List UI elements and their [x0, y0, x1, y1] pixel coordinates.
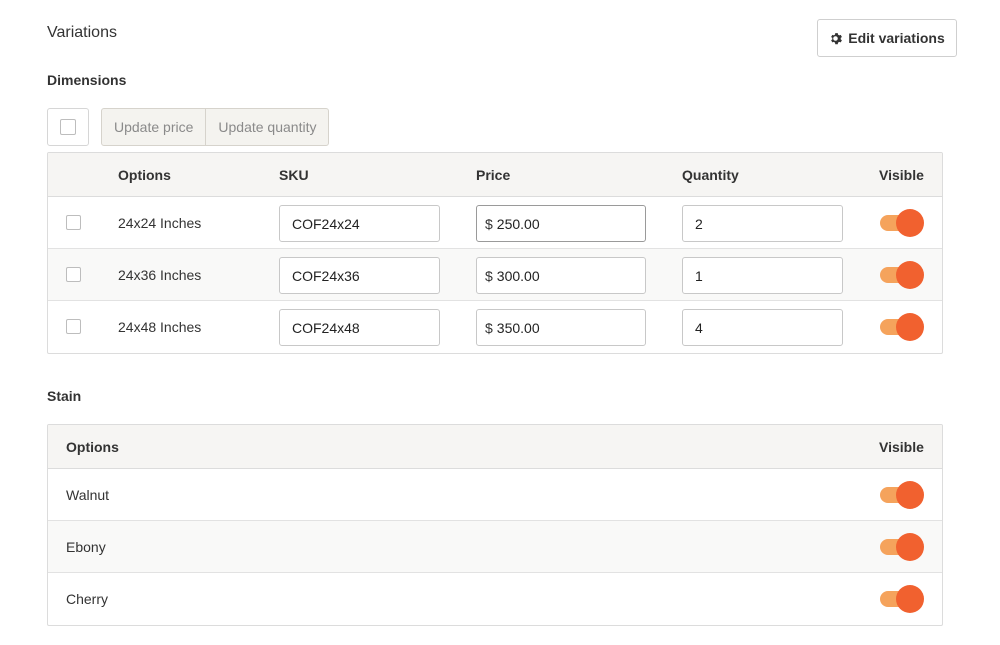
sku-input[interactable]: COF24x24: [279, 205, 440, 242]
col-quantity: Quantity: [682, 167, 739, 183]
col-visible: Visible: [879, 167, 924, 183]
row-checkbox[interactable]: [66, 215, 81, 230]
table-row: 24x48 Inches COF24x48 $350.00 4: [48, 301, 942, 353]
visible-toggle[interactable]: [880, 313, 924, 341]
row-checkbox[interactable]: [66, 267, 81, 282]
col-options: Options: [66, 439, 119, 455]
option-label: Walnut: [66, 487, 110, 503]
quantity-input[interactable]: 1: [682, 257, 843, 294]
edit-variations-label: Edit variations: [848, 30, 945, 46]
table-row: 24x24 Inches COF24x24 $250.00 2: [48, 197, 942, 249]
stain-label: Stain: [47, 388, 82, 404]
price-input[interactable]: $350.00: [476, 309, 646, 346]
col-options: Options: [118, 167, 171, 183]
sku-input[interactable]: COF24x36: [279, 257, 440, 294]
option-label: Ebony: [66, 539, 106, 555]
table-row: Cherry: [48, 573, 942, 625]
currency-symbol: $: [485, 215, 493, 232]
visible-toggle[interactable]: [880, 585, 924, 613]
stain-table: Options Visible Walnut Ebony Cherry: [47, 424, 943, 626]
select-all-checkbox[interactable]: [60, 119, 76, 135]
dimensions-table: Options SKU Price Quantity Visible 24x24…: [47, 152, 943, 354]
col-price: Price: [476, 167, 511, 183]
visible-toggle[interactable]: [880, 209, 924, 237]
dimensions-table-header: Options SKU Price Quantity Visible: [48, 153, 942, 197]
currency-symbol: $: [485, 319, 493, 336]
dimensions-label: Dimensions: [47, 72, 127, 88]
table-row: Walnut: [48, 469, 942, 521]
visible-toggle[interactable]: [880, 533, 924, 561]
row-checkbox[interactable]: [66, 319, 81, 334]
edit-variations-button[interactable]: Edit variations: [817, 19, 957, 57]
table-row: 24x36 Inches COF24x36 $300.00 1: [48, 249, 942, 301]
option-label: 24x24 Inches: [118, 215, 202, 231]
visible-toggle[interactable]: [880, 481, 924, 509]
variations-heading: Variations: [47, 24, 117, 41]
option-label: 24x36 Inches: [118, 267, 202, 283]
gear-icon: [831, 32, 843, 44]
option-label: Cherry: [66, 591, 109, 607]
table-row: Ebony: [48, 521, 942, 573]
price-input[interactable]: $300.00: [476, 257, 646, 294]
quantity-input[interactable]: 2: [682, 205, 843, 242]
quantity-input[interactable]: 4: [682, 309, 843, 346]
col-visible: Visible: [879, 439, 924, 455]
price-input[interactable]: $250.00: [476, 205, 646, 242]
bulk-actions: Update price Update quantity: [101, 108, 330, 146]
update-price-button[interactable]: Update price: [102, 109, 205, 145]
sku-input[interactable]: COF24x48: [279, 309, 440, 346]
col-sku: SKU: [279, 167, 309, 183]
option-label: 24x48 Inches: [118, 319, 202, 335]
select-all-box[interactable]: [47, 108, 89, 146]
stain-table-header: Options Visible: [48, 425, 942, 469]
visible-toggle[interactable]: [880, 261, 924, 289]
currency-symbol: $: [485, 267, 493, 284]
update-quantity-button[interactable]: Update quantity: [205, 109, 328, 145]
